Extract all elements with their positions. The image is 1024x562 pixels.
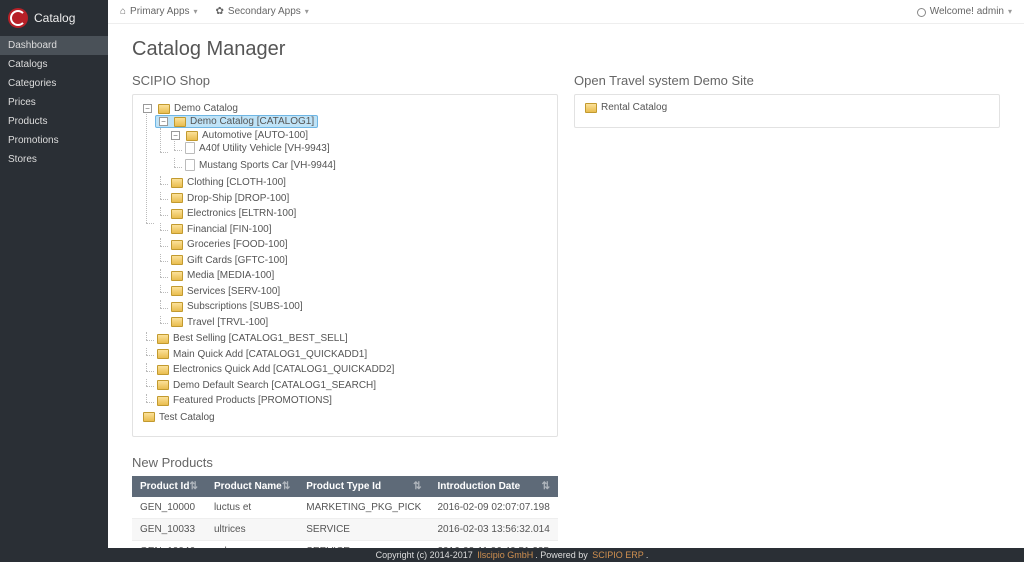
tree-node[interactable]: Travel [TRVL-100] <box>169 317 270 328</box>
logo-icon <box>8 8 28 28</box>
sort-icon: ⇅ <box>282 481 290 492</box>
table-row[interactable]: GEN_10033ultricesSERVICE2016-02-03 13:56… <box>132 519 558 541</box>
chevron-down-icon: ▾ <box>305 7 309 16</box>
column-header[interactable]: Introduction Date⇅ <box>429 476 558 497</box>
tree-node[interactable]: −Automotive [AUTO-100] <box>169 130 310 141</box>
new-products-title: New Products <box>132 455 558 470</box>
home-icon: ⌂ <box>120 6 126 17</box>
left-panel-title: SCIPIO Shop <box>132 73 558 88</box>
sidebar-item-products[interactable]: Products <box>0 112 108 131</box>
tree-node[interactable]: Test Catalog <box>141 412 217 423</box>
tree-node[interactable]: Mustang Sports Car [VH-9944] <box>183 159 338 171</box>
folder-icon <box>171 178 183 188</box>
tree-node[interactable]: Main Quick Add [CATALOG1_QUICKADD1] <box>155 349 369 360</box>
folder-icon <box>171 317 183 327</box>
tree-node[interactable]: Clothing [CLOTH-100] <box>169 177 288 188</box>
sidebar-item-stores[interactable]: Stores <box>0 150 108 169</box>
folder-icon <box>157 380 169 390</box>
folder-icon <box>157 349 169 359</box>
footer-company-link[interactable]: Ilscipio GmbH <box>477 550 533 560</box>
sort-icon: ⇅ <box>542 481 550 492</box>
folder-icon <box>585 103 597 113</box>
tree-node[interactable]: Subscriptions [SUBS-100] <box>169 301 305 312</box>
topbar: ⌂ Primary Apps ▾ ✿ Secondary Apps ▾ Welc… <box>108 0 1024 24</box>
tree-node[interactable]: Electronics [ELTRN-100] <box>169 208 298 219</box>
user-menu[interactable]: Welcome! admin ▾ <box>917 6 1012 17</box>
folder-icon <box>171 271 183 281</box>
tree-node[interactable]: Financial [FIN-100] <box>169 224 273 235</box>
tree-node-selected[interactable]: − Demo Catalog [CATALOG1] <box>155 115 318 128</box>
tree-node[interactable]: Media [MEDIA-100] <box>169 270 276 281</box>
sidebar-item-prices[interactable]: Prices <box>0 93 108 112</box>
folder-icon <box>157 365 169 375</box>
chevron-down-icon: ▾ <box>1008 7 1012 16</box>
sidebar-item-categories[interactable]: Categories <box>0 74 108 93</box>
folder-icon <box>157 396 169 406</box>
page-icon <box>185 159 195 171</box>
folder-icon <box>171 286 183 296</box>
column-header[interactable]: Product Id⇅ <box>132 476 206 497</box>
page-title: Catalog Manager <box>132 38 1000 61</box>
catalog-tree: − Demo Catalog − Demo Catalog [CATALOG1] <box>132 94 558 437</box>
chevron-down-icon: ▾ <box>194 7 198 16</box>
gear-icon: ✿ <box>216 6 224 17</box>
brand-row: Catalog <box>0 0 108 36</box>
folder-icon <box>174 117 186 127</box>
column-header[interactable]: Product Name⇅ <box>206 476 298 497</box>
primary-apps-menu[interactable]: ⌂ Primary Apps ▾ <box>120 6 198 17</box>
folder-icon <box>171 302 183 312</box>
collapse-icon[interactable]: − <box>171 131 180 140</box>
table-row[interactable]: GEN_10046vel augueSERVICE2016-02-11 06:4… <box>132 541 558 549</box>
right-panel-title: Open Travel system Demo Site <box>574 73 1000 88</box>
secondary-apps-menu[interactable]: ✿ Secondary Apps ▾ <box>216 6 309 17</box>
sidebar-item-dashboard[interactable]: Dashboard <box>0 36 108 55</box>
tree-node[interactable]: Groceries [FOOD-100] <box>169 239 290 250</box>
folder-icon <box>171 224 183 234</box>
folder-icon <box>158 104 170 114</box>
sidebar: Catalog DashboardCatalogsCategoriesPrice… <box>0 0 108 562</box>
folder-icon <box>171 255 183 265</box>
tree-node[interactable]: Gift Cards [GFTC-100] <box>169 255 290 266</box>
folder-icon <box>186 131 198 141</box>
collapse-icon[interactable]: − <box>159 117 168 126</box>
tree-node[interactable]: Drop-Ship [DROP-100] <box>169 193 291 204</box>
rental-tree: Rental Catalog <box>574 94 1000 128</box>
brand-name: Catalog <box>34 11 75 25</box>
table-row[interactable]: GEN_10000luctus etMARKETING_PKG_PICK2016… <box>132 497 558 519</box>
folder-icon <box>157 334 169 344</box>
content-area: Catalog Manager SCIPIO Shop − Demo Catal… <box>108 24 1024 548</box>
new-products-table: Product Id⇅Product Name⇅Product Type Id⇅… <box>132 476 558 548</box>
footer-product-link[interactable]: SCIPIO ERP <box>592 550 644 560</box>
folder-icon <box>171 209 183 219</box>
folder-icon <box>143 412 155 422</box>
sidebar-item-catalogs[interactable]: Catalogs <box>0 55 108 74</box>
tree-node[interactable]: Featured Products [PROMOTIONS] <box>155 395 334 406</box>
collapse-icon[interactable]: − <box>143 104 152 113</box>
sidebar-item-promotions[interactable]: Promotions <box>0 131 108 150</box>
tree-node[interactable]: Electronics Quick Add [CATALOG1_QUICKADD… <box>155 364 396 375</box>
tree-node[interactable]: A40f Utility Vehicle [VH-9943] <box>183 142 332 154</box>
sort-icon: ⇅ <box>413 481 421 492</box>
tree-node[interactable]: Rental Catalog <box>583 102 669 113</box>
sort-icon: ⇅ <box>190 481 198 492</box>
tree-node[interactable]: Services [SERV-100] <box>169 286 282 297</box>
tree-node[interactable]: Best Selling [CATALOG1_BEST_SELL] <box>155 333 350 344</box>
tree-node[interactable]: Demo Default Search [CATALOG1_SEARCH] <box>155 380 378 391</box>
user-icon <box>917 8 926 17</box>
column-header[interactable]: Product Type Id⇅ <box>298 476 429 497</box>
page-icon <box>185 142 195 154</box>
folder-icon <box>171 240 183 250</box>
footer: Copyright (c) 2014-2017 Ilscipio GmbH . … <box>0 548 1024 562</box>
folder-icon <box>171 193 183 203</box>
tree-node-root[interactable]: − Demo Catalog <box>141 103 240 114</box>
